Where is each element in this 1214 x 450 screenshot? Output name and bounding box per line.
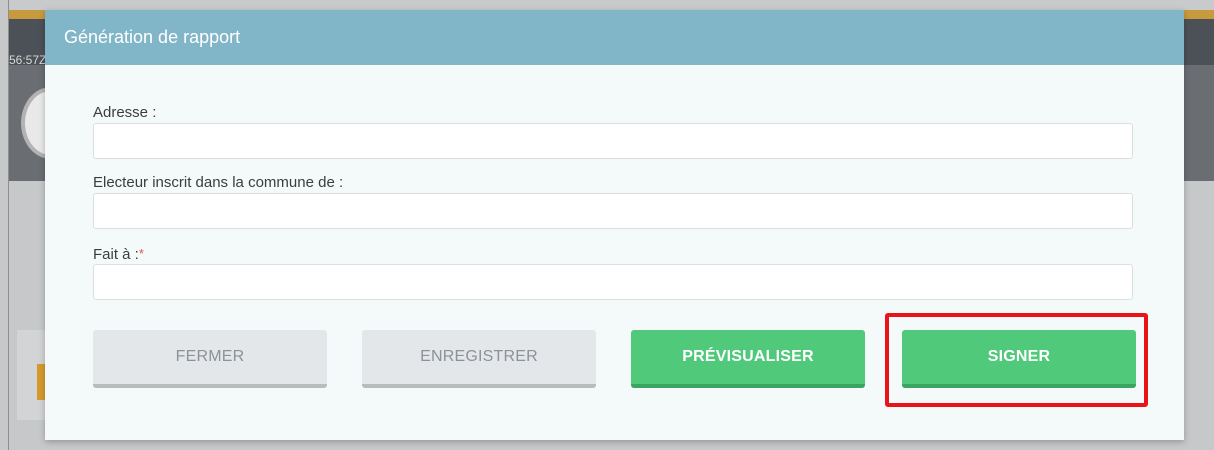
required-asterisk: * [138,246,144,261]
address-input[interactable] [93,123,1133,159]
fait-a-input[interactable] [93,264,1133,300]
commune-label: Electeur inscrit dans la commune de : [93,174,344,191]
save-button[interactable]: ENREGISTRER [362,330,596,388]
fait-a-label: Fait à :* [93,246,144,263]
close-button[interactable]: FERMER [93,330,327,388]
modal-header: Génération de rapport [45,10,1184,65]
fait-a-label-text: Fait à : [93,246,139,263]
sign-button-highlight [885,313,1148,407]
preview-button[interactable]: PRÉVISUALISER [631,330,865,388]
modal-title: Génération de rapport [64,27,241,47]
commune-input[interactable] [93,193,1133,229]
address-label: Adresse : [93,104,157,121]
